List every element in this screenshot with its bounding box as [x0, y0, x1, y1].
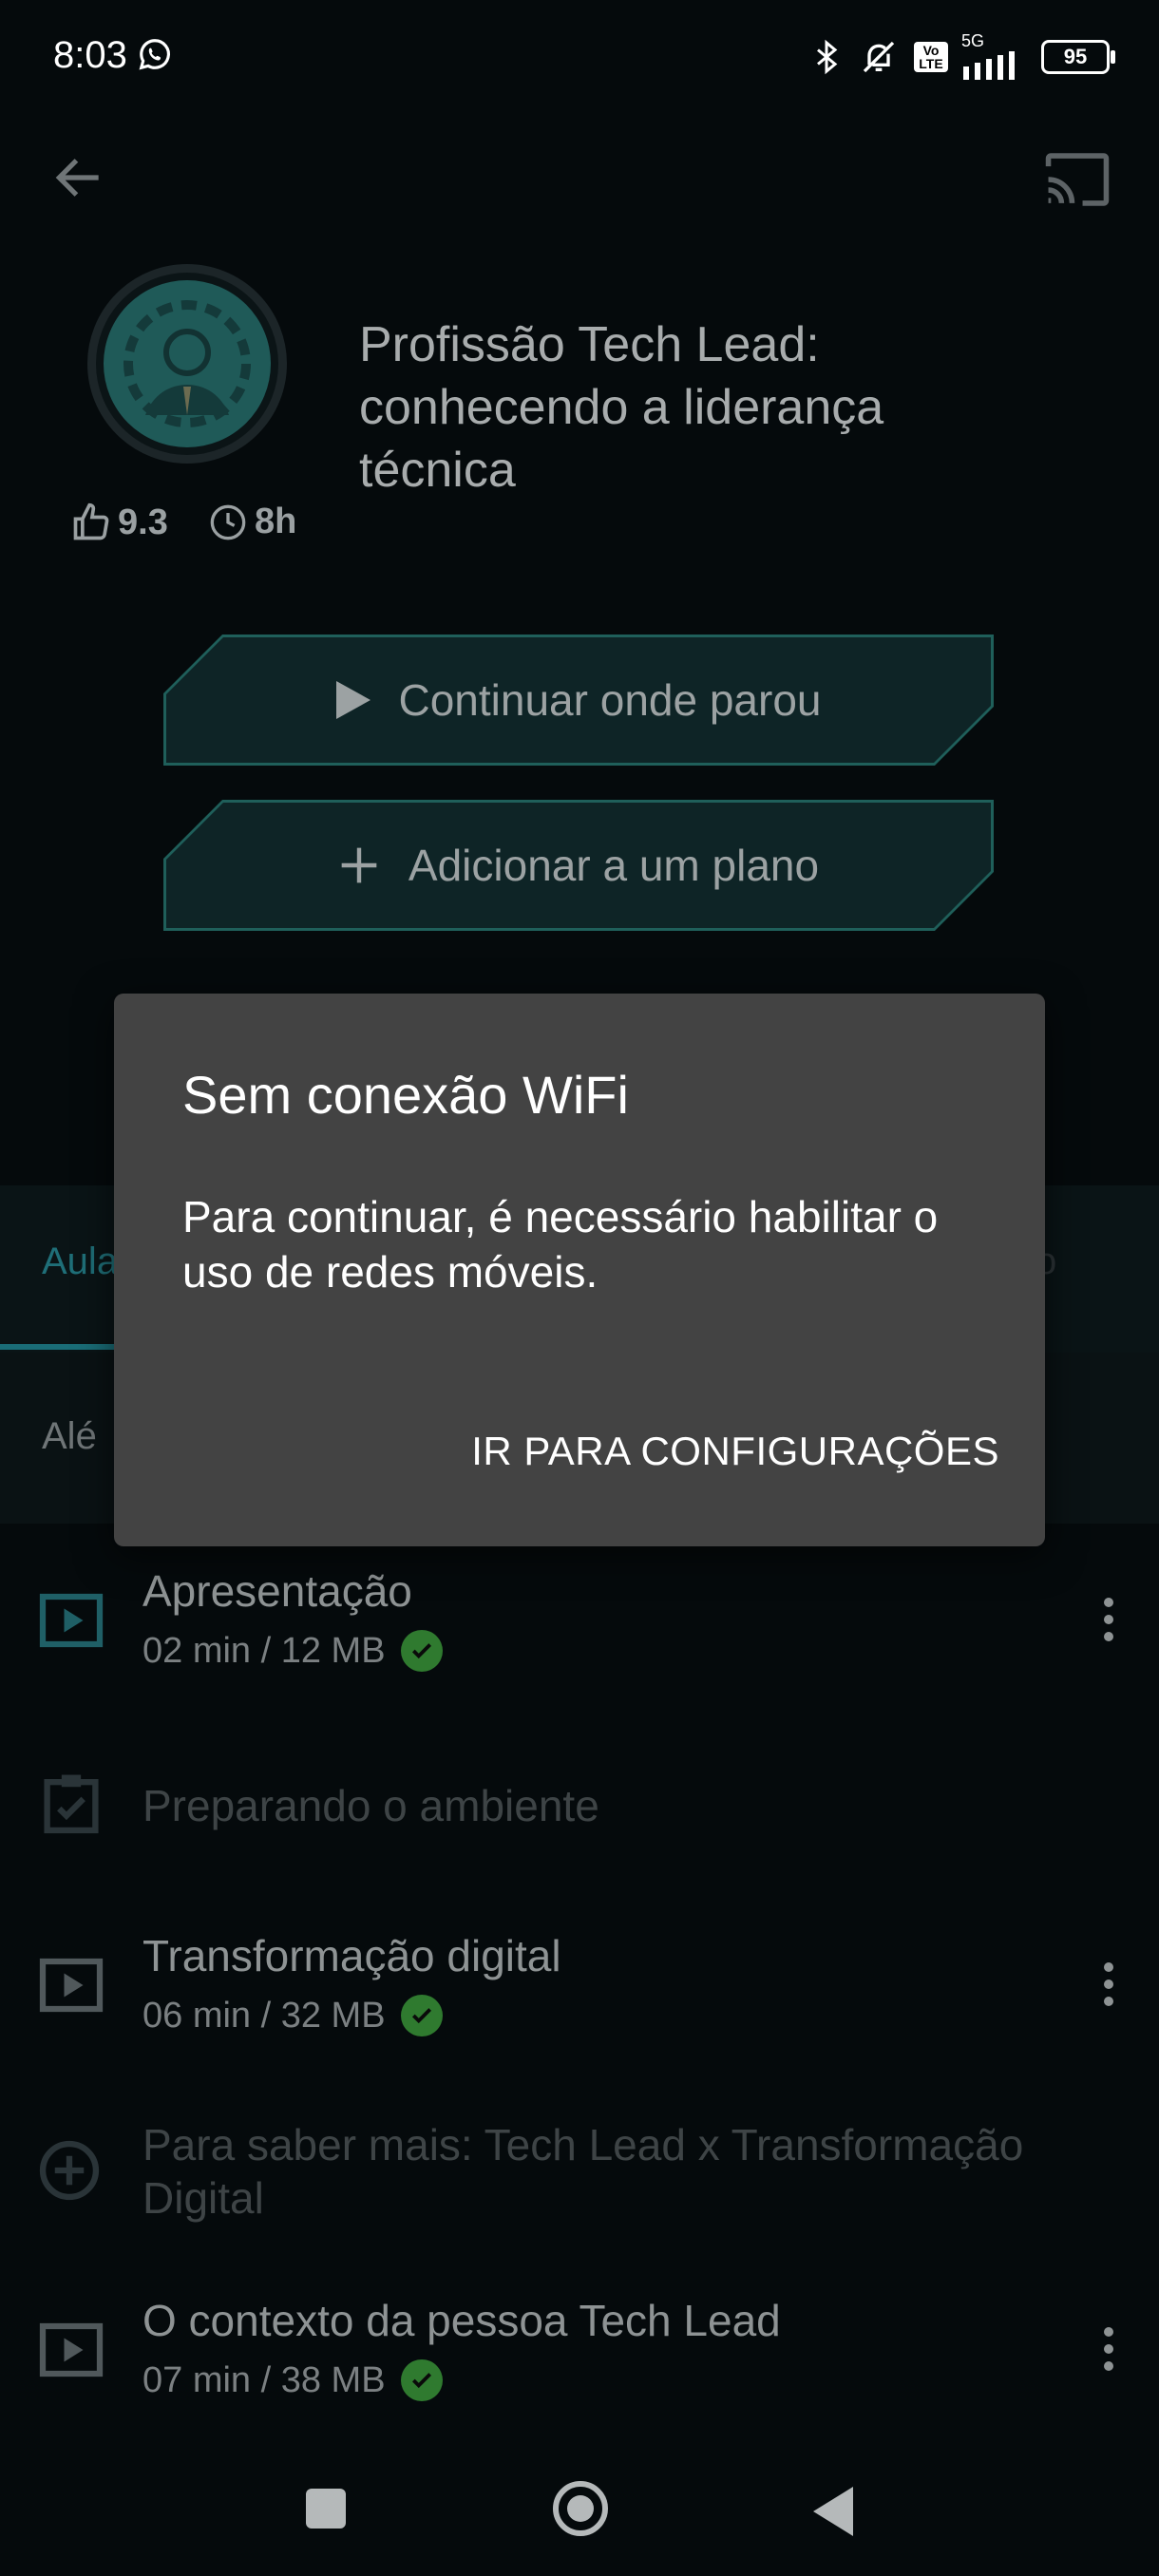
- play-lesson-icon: [38, 2321, 104, 2383]
- continue-label: Continuar onde parou: [398, 675, 822, 725]
- nav-back-button[interactable]: [813, 2487, 853, 2541]
- thumbs-up-icon: [73, 502, 109, 540]
- volte-icon: Vo LTE: [914, 42, 948, 72]
- go-to-settings-button[interactable]: IR PARA CONFIGURAÇÕES: [471, 1429, 999, 1474]
- lesson-title[interactable]: Preparando o ambiente: [142, 1780, 599, 1831]
- bluetooth-icon: [817, 39, 838, 75]
- dialog-title: Sem conexão WiFi: [182, 1065, 629, 1125]
- downloaded-check-icon: [400, 1995, 443, 2036]
- lesson-meta-text: 07 min / 38 MB: [142, 2359, 386, 2400]
- clock-icon: [210, 504, 246, 540]
- muted-bell-icon: [863, 41, 895, 73]
- plus-circle-icon: [38, 2139, 101, 2207]
- status-time: 8:03: [53, 34, 127, 76]
- lesson-meta: 07 min / 38 MB: [142, 2359, 443, 2401]
- battery-level: 95: [1063, 45, 1088, 68]
- home-button[interactable]: [553, 2481, 608, 2536]
- triangle-back-icon: [813, 2487, 853, 2536]
- whatsapp-icon: [137, 36, 173, 77]
- play-icon: [336, 681, 370, 719]
- arrow-left-icon: [55, 159, 99, 197]
- lesson-meta: 06 min / 32 MB: [142, 1995, 443, 2036]
- recents-button[interactable]: [306, 2489, 346, 2529]
- cast-icon: [1045, 153, 1110, 206]
- rating-value: 9.3: [118, 502, 168, 542]
- lesson-meta-text: 06 min / 32 MB: [142, 1995, 386, 2036]
- downloaded-check-icon: [400, 1630, 443, 1672]
- continue-button[interactable]: Continuar onde parou: [163, 635, 994, 766]
- duration-stat: 8h: [209, 502, 296, 542]
- subfilter-label[interactable]: Alé: [42, 1415, 97, 1458]
- course-logo: [87, 264, 287, 464]
- lesson-title[interactable]: O contexto da pessoa Tech Lead: [142, 2295, 781, 2346]
- lesson-title[interactable]: Apresentação: [142, 1565, 412, 1617]
- lesson-meta-text: 02 min / 12 MB: [142, 1630, 386, 1671]
- duration-value: 8h: [255, 502, 297, 541]
- cast-button[interactable]: [1043, 150, 1112, 214]
- signal-icon: 5G: [961, 32, 1028, 82]
- more-options-icon[interactable]: [1104, 1598, 1113, 1641]
- add-label: Adicionar a um plano: [408, 841, 820, 890]
- more-options-icon[interactable]: [1104, 1962, 1113, 2006]
- dialog-message: Para continuar, é necessário habilitar o…: [182, 1192, 939, 1297]
- lesson-title[interactable]: Transformação digital: [142, 1930, 561, 1981]
- rating-stat: 9.3: [70, 502, 168, 543]
- more-options-icon[interactable]: [1104, 2327, 1113, 2371]
- network-type: 5G: [961, 31, 985, 50]
- lesson-meta: 02 min / 12 MB: [142, 1630, 443, 1672]
- play-lesson-icon: [38, 1957, 104, 2018]
- lesson-title[interactable]: Para saber mais: Tech Lead x Transformaç…: [142, 2118, 1121, 2225]
- status-icons: Vo LTE 5G 95: [809, 32, 1115, 82]
- tab-lessons[interactable]: Aula: [42, 1241, 118, 1283]
- checklist-icon: [38, 1772, 104, 1840]
- add-to-plan-button[interactable]: Adicionar a um plano: [163, 800, 994, 931]
- course-title: Profissão Tech Lead: conhecendo a lidera…: [359, 317, 884, 498]
- battery-icon: 95: [1041, 40, 1115, 74]
- plus-icon: [338, 844, 380, 886]
- downloaded-check-icon: [400, 2359, 443, 2401]
- back-button[interactable]: [49, 148, 108, 212]
- no-wifi-dialog: Sem conexão WiFi Para continuar, é neces…: [114, 994, 1045, 1546]
- play-lesson-icon: [38, 1592, 104, 1654]
